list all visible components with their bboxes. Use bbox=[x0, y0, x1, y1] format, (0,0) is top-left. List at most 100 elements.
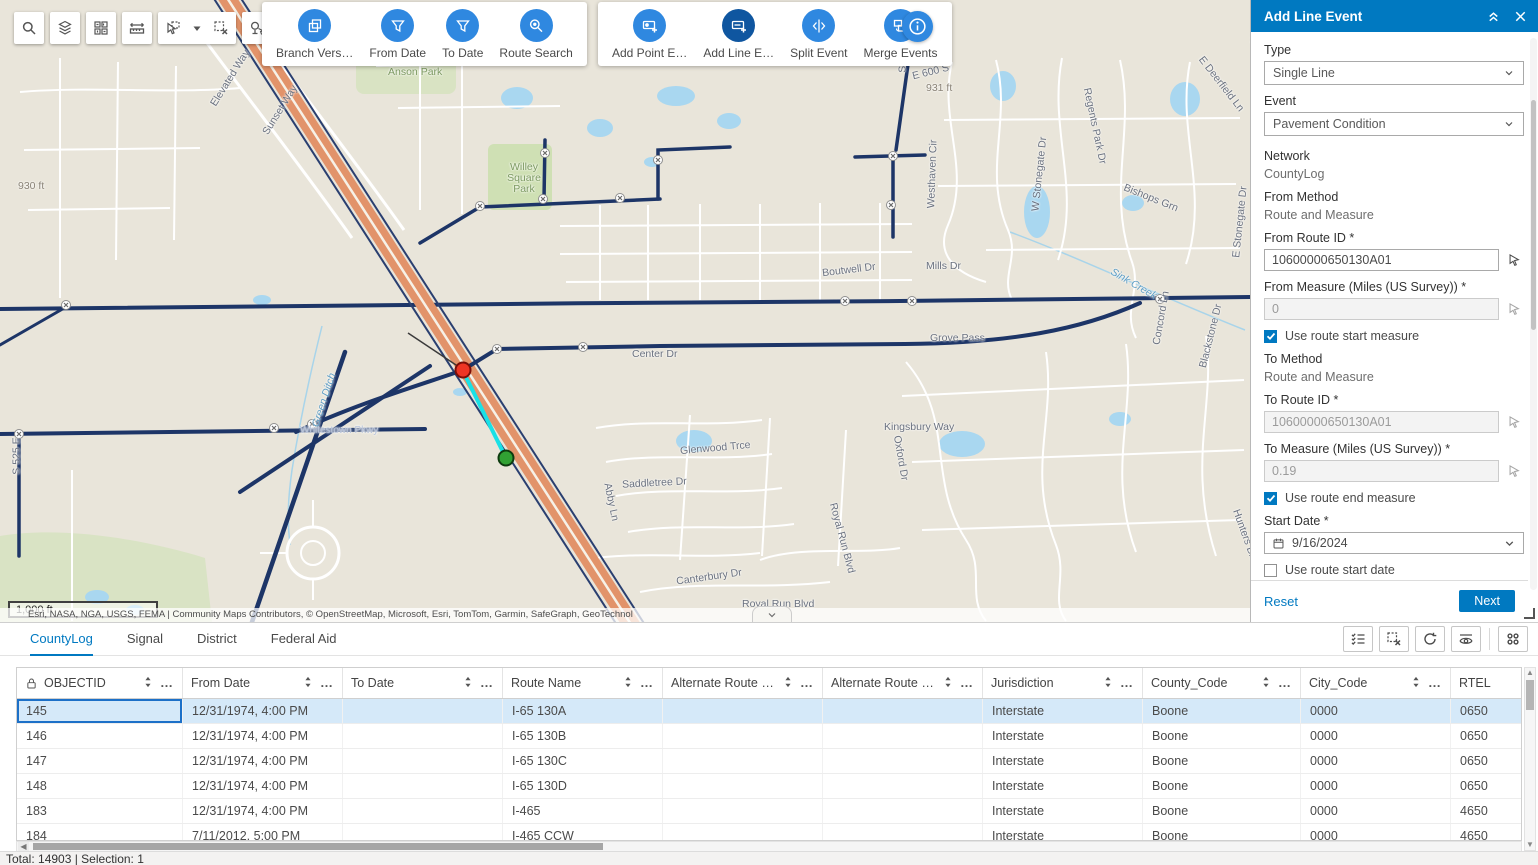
column-menu-icon[interactable]: … bbox=[480, 678, 494, 688]
column-menu-icon[interactable]: … bbox=[1278, 678, 1292, 688]
tab-district[interactable]: District bbox=[197, 623, 237, 656]
cell-alt1[interactable] bbox=[663, 824, 823, 841]
table-row[interactable]: 14812/31/1974, 4:00 PMI-65 130DInterstat… bbox=[17, 774, 1521, 799]
sort-icon[interactable] bbox=[1261, 676, 1271, 691]
cell-alt2[interactable] bbox=[823, 749, 983, 773]
column-menu-icon[interactable]: … bbox=[1428, 678, 1442, 688]
attribution-collapse-tab[interactable] bbox=[752, 606, 792, 622]
cell-jurisdiction[interactable]: Interstate bbox=[983, 799, 1143, 823]
cell-city_code[interactable]: 0000 bbox=[1301, 774, 1451, 798]
cell-from_date[interactable]: 12/31/1974, 4:00 PM bbox=[183, 799, 343, 823]
cell-city_code[interactable]: 0000 bbox=[1301, 799, 1451, 823]
cell-county_code[interactable]: Boone bbox=[1143, 749, 1301, 773]
column-header-objectid[interactable]: OBJECTID… bbox=[17, 668, 183, 698]
cell-objectid[interactable]: 183 bbox=[17, 799, 183, 823]
clear-selection-icon[interactable] bbox=[213, 20, 229, 36]
column-header-rtel[interactable]: RTEL bbox=[1451, 668, 1522, 698]
cell-alt1[interactable] bbox=[663, 774, 823, 798]
cell-objectid[interactable]: 184 bbox=[17, 824, 183, 841]
cell-objectid[interactable]: 145 bbox=[17, 699, 183, 723]
column-menu-icon[interactable]: … bbox=[960, 678, 974, 688]
cell-alt1[interactable] bbox=[663, 724, 823, 748]
close-icon[interactable] bbox=[1513, 9, 1528, 24]
show-selected-button[interactable] bbox=[1343, 626, 1373, 652]
branch-vers-button[interactable]: Branch Vers… bbox=[276, 9, 353, 60]
select-pointer-icon[interactable] bbox=[165, 20, 181, 36]
start-date-picker[interactable]: 9/16/2024 bbox=[1264, 532, 1524, 554]
cell-alt2[interactable] bbox=[823, 724, 983, 748]
cell-from_date[interactable]: 12/31/1974, 4:00 PM bbox=[183, 749, 343, 773]
cell-rtel[interactable]: 0650 bbox=[1451, 699, 1522, 723]
from-measure-input[interactable] bbox=[1264, 298, 1499, 320]
cell-alt2[interactable] bbox=[823, 799, 983, 823]
column-menu-icon[interactable]: … bbox=[320, 678, 334, 688]
sort-icon[interactable] bbox=[783, 676, 793, 691]
cell-county_code[interactable]: Boone bbox=[1143, 699, 1301, 723]
cell-jurisdiction[interactable]: Interstate bbox=[983, 774, 1143, 798]
cell-alt2[interactable] bbox=[823, 824, 983, 841]
cell-to_date[interactable] bbox=[343, 749, 503, 773]
table-row[interactable]: 1847/11/2012, 5:00 PMI-465 CCWInterstate… bbox=[17, 824, 1521, 841]
cell-route_name[interactable]: I-65 130C bbox=[503, 749, 663, 773]
cell-route_name[interactable]: I-65 130A bbox=[503, 699, 663, 723]
cell-city_code[interactable]: 0000 bbox=[1301, 749, 1451, 773]
cell-county_code[interactable]: Boone bbox=[1143, 824, 1301, 841]
cell-to_date[interactable] bbox=[343, 774, 503, 798]
use-route-start-date-checkbox[interactable]: Use route start date bbox=[1264, 563, 1524, 577]
column-menu-icon[interactable]: … bbox=[800, 678, 814, 688]
map-view[interactable]: Elevated WaySunset WayAnson ParkWilley S… bbox=[0, 0, 1250, 622]
pick-to-measure-button[interactable] bbox=[1504, 461, 1524, 481]
pick-from-route-button[interactable] bbox=[1504, 250, 1524, 270]
cell-jurisdiction[interactable]: Interstate bbox=[983, 749, 1143, 773]
refresh-button[interactable] bbox=[1415, 626, 1445, 652]
column-menu-icon[interactable]: … bbox=[640, 678, 654, 688]
cell-county_code[interactable]: Boone bbox=[1143, 799, 1301, 823]
use-route-end-measure-checkbox[interactable]: Use route end measure bbox=[1264, 491, 1524, 505]
column-menu-icon[interactable]: … bbox=[160, 678, 174, 688]
column-header-alt1[interactable]: Alternate Route …… bbox=[663, 668, 823, 698]
use-route-start-measure-checkbox[interactable]: Use route start measure bbox=[1264, 329, 1524, 343]
cell-rtel[interactable]: 4650 bbox=[1451, 799, 1522, 823]
sort-icon[interactable] bbox=[463, 676, 473, 691]
to-route-id-input[interactable] bbox=[1264, 411, 1499, 433]
cell-rtel[interactable]: 0650 bbox=[1451, 724, 1522, 748]
cell-rtel[interactable]: 0650 bbox=[1451, 749, 1522, 773]
pick-from-measure-button[interactable] bbox=[1504, 299, 1524, 319]
caret-down-icon[interactable] bbox=[189, 20, 205, 36]
grid-dots-button[interactable] bbox=[1498, 626, 1528, 652]
from-route-id-input[interactable] bbox=[1264, 249, 1499, 271]
basemap-grid-icon[interactable] bbox=[93, 20, 109, 36]
cell-jurisdiction[interactable]: Interstate bbox=[983, 824, 1143, 841]
cell-route_name[interactable]: I-65 130D bbox=[503, 774, 663, 798]
sort-icon[interactable] bbox=[303, 676, 313, 691]
cell-county_code[interactable]: Boone bbox=[1143, 724, 1301, 748]
column-header-city_code[interactable]: City_Code… bbox=[1301, 668, 1451, 698]
cell-to_date[interactable] bbox=[343, 799, 503, 823]
panel-scrollbar[interactable] bbox=[1530, 38, 1537, 590]
column-menu-icon[interactable]: … bbox=[1120, 678, 1134, 688]
sort-icon[interactable] bbox=[623, 676, 633, 691]
cell-jurisdiction[interactable]: Interstate bbox=[983, 699, 1143, 723]
cell-to_date[interactable] bbox=[343, 724, 503, 748]
cell-rtel[interactable]: 0650 bbox=[1451, 774, 1522, 798]
tab-federal-aid[interactable]: Federal Aid bbox=[271, 623, 337, 656]
column-header-to_date[interactable]: To Date… bbox=[343, 668, 503, 698]
cell-from_date[interactable]: 7/11/2012, 5:00 PM bbox=[183, 824, 343, 841]
event-select[interactable]: Pavement Condition bbox=[1264, 112, 1524, 136]
layers-icon[interactable] bbox=[57, 20, 73, 36]
from-date-button[interactable]: From Date bbox=[369, 9, 426, 60]
cell-route_name[interactable]: I-65 130B bbox=[503, 724, 663, 748]
cell-jurisdiction[interactable]: Interstate bbox=[983, 724, 1143, 748]
sort-icon[interactable] bbox=[143, 676, 153, 691]
reset-link[interactable]: Reset bbox=[1264, 594, 1298, 609]
table-vertical-scrollbar[interactable]: ▲▼ bbox=[1524, 667, 1536, 851]
cell-city_code[interactable]: 0000 bbox=[1301, 724, 1451, 748]
cell-to_date[interactable] bbox=[343, 824, 503, 841]
cell-city_code[interactable]: 0000 bbox=[1301, 699, 1451, 723]
cell-objectid[interactable]: 147 bbox=[17, 749, 183, 773]
measure-icon[interactable] bbox=[129, 20, 145, 36]
sort-icon[interactable] bbox=[1411, 676, 1421, 691]
table-row[interactable]: 14612/31/1974, 4:00 PMI-65 130BInterstat… bbox=[17, 724, 1521, 749]
pick-to-route-button[interactable] bbox=[1504, 412, 1524, 432]
tab-signal[interactable]: Signal bbox=[127, 623, 163, 656]
